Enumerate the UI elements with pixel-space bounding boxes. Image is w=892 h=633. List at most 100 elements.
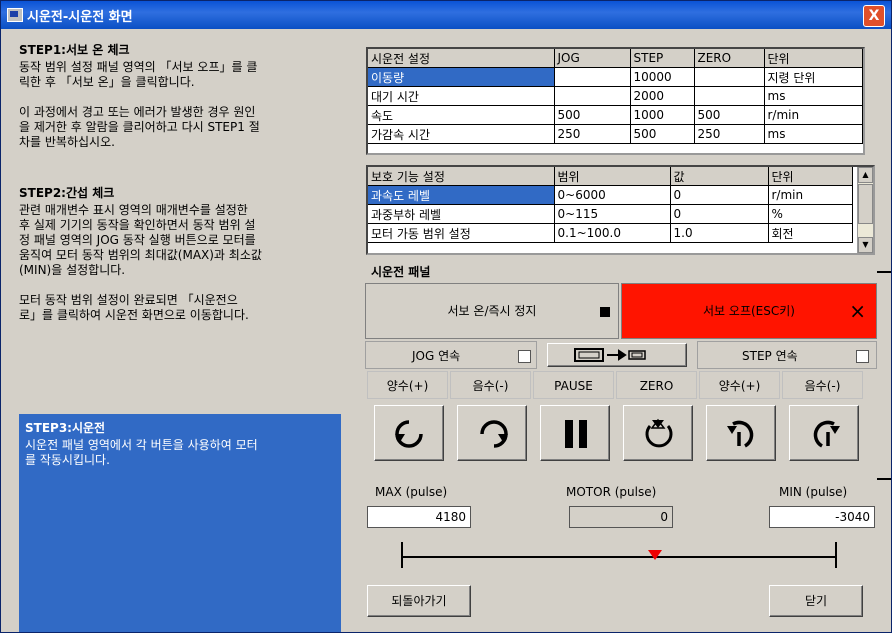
step3-box: STEP3:시운전 시운전 패널 영역에서 각 버튼을 사용하여 모터 를 작동…	[19, 414, 341, 632]
min-label: MIN (pulse)	[779, 485, 848, 499]
back-button[interactable]: 되돌아가기	[367, 585, 471, 617]
range-track	[401, 556, 837, 558]
settings-grid[interactable]: 시운전 설정 JOG STEP ZERO 단위 이동량 10000 지령 단위 …	[366, 47, 865, 155]
table-row[interactable]: 속도 500 1000 500 r/min	[368, 105, 863, 125]
step-cw-icon	[813, 420, 840, 448]
table-cell[interactable]: 500	[554, 105, 631, 125]
table-cell[interactable]: 250	[694, 124, 765, 144]
step2: STEP2:간섭 체크 관련 매개변수 표시 영역의 매개변수를 설정한 후 실…	[19, 184, 339, 323]
jog-continuous-label: JOG 연속	[412, 349, 461, 363]
scroll-up-icon[interactable]: ▲	[858, 167, 873, 183]
motor-position-marker	[648, 550, 662, 560]
close-x-icon: ×	[849, 299, 866, 323]
mode-switch-button[interactable]	[547, 343, 687, 367]
jog-plus-button[interactable]	[374, 405, 444, 461]
table-cell[interactable]: 1.0	[670, 223, 769, 243]
table-cell[interactable]: 대기 시간	[368, 86, 555, 106]
jog-minus-header: 음수(-)	[450, 371, 531, 399]
step-plus-header: 양수(+)	[699, 371, 780, 399]
zero-header: ZERO	[616, 371, 697, 399]
table-row[interactable]: 과속도 레벨 0~6000 0 r/min	[368, 185, 853, 205]
table-cell[interactable]: 0	[670, 204, 769, 224]
column-header: JOG	[554, 49, 631, 68]
step3-text: 시운전 패널 영역에서 각 버튼을 사용하여 모터 를 작동시킵니다.	[25, 438, 258, 467]
servo-on-button[interactable]: 서보 온/즉시 정지	[365, 283, 619, 339]
table-cell[interactable]: 1000	[630, 105, 695, 125]
app-icon	[7, 8, 23, 22]
column-header: 단위	[768, 167, 853, 186]
column-header: STEP	[630, 49, 695, 68]
step1-title: STEP1:서보 온 체크	[19, 43, 130, 57]
table-cell[interactable]: 이동량	[368, 67, 555, 87]
mode-switch-icon	[574, 348, 646, 362]
step-minus-button[interactable]	[789, 405, 859, 461]
jog-plus-header: 양수(+)	[367, 371, 448, 399]
table-cell[interactable]: 과속도 레벨	[368, 185, 555, 205]
table-cell[interactable]: 10000	[630, 67, 695, 87]
jog-minus-button[interactable]	[457, 405, 527, 461]
jog-continuous-checkbox[interactable]	[518, 350, 531, 363]
protect-grid[interactable]: 보호 기능 설정 범위 값 단위 과속도 레벨 0~6000 0 r/min 과…	[366, 165, 875, 255]
close-button[interactable]: 닫기	[769, 585, 863, 617]
table-cell[interactable]: 2000	[630, 86, 695, 106]
max-label: MAX (pulse)	[375, 485, 448, 499]
table-cell: r/min	[764, 105, 863, 125]
window: 시운전-시운전 화면 X STEP1:서보 온 체크 동작 범위 설정 패널 영…	[0, 0, 892, 633]
rotate-ccw-icon	[395, 420, 423, 448]
edge-mark	[877, 478, 891, 480]
motor-label: MOTOR (pulse)	[566, 485, 657, 499]
close-icon[interactable]: X	[863, 5, 885, 27]
column-header: 값	[670, 167, 769, 186]
table-cell[interactable]: 500	[630, 124, 695, 144]
table-cell[interactable]: 과중부하 레벨	[368, 204, 555, 224]
table-cell: 0~115	[554, 204, 671, 224]
max-pulse-field[interactable]: 4180	[367, 506, 471, 528]
table-cell[interactable]: 500	[694, 105, 765, 125]
table-row[interactable]: 대기 시간 2000 ms	[368, 86, 863, 106]
vertical-scrollbar[interactable]: ▲ ▼	[857, 167, 873, 253]
edge-mark	[877, 271, 891, 273]
table-cell: ms	[764, 124, 863, 144]
table-cell[interactable]: 250	[554, 124, 631, 144]
pause-button[interactable]	[540, 405, 610, 461]
table-row[interactable]: 가감속 시간 250 500 250 ms	[368, 124, 863, 144]
scroll-down-icon[interactable]: ▼	[858, 237, 873, 253]
servo-off-button[interactable]: 서보 오프(ESC키) ×	[621, 283, 877, 339]
table-cell: 0.1~100.0	[554, 223, 671, 243]
step-continuous-checkbox[interactable]	[856, 350, 869, 363]
table-row[interactable]: 과중부하 레벨 0~115 0 %	[368, 204, 853, 224]
pause-icon	[565, 420, 587, 448]
table-cell[interactable]: 가감속 시간	[368, 124, 555, 144]
title-bar: 시운전-시운전 화면 X	[1, 1, 891, 29]
step-minus-header: 음수(-)	[782, 371, 863, 399]
step1-text: 동작 범위 설정 패널 영역의 「서보 오프」를 클 릭한 후 「서보 온」을 …	[19, 60, 260, 149]
window-title: 시운전-시운전 화면	[27, 10, 133, 25]
table-cell: %	[768, 204, 853, 224]
step-ccw-icon	[727, 420, 754, 448]
table-cell[interactable]	[694, 67, 765, 87]
table-row[interactable]: 모터 가동 범위 설정 0.1~100.0 1.0 회전	[368, 223, 853, 243]
step1: STEP1:서보 온 체크 동작 범위 설정 패널 영역의 「서보 오프」를 클…	[19, 41, 339, 150]
column-header: 단위	[764, 49, 863, 68]
instructions: STEP1:서보 온 체크 동작 범위 설정 패널 영역의 「서보 오프」를 클…	[19, 41, 339, 323]
step-plus-button[interactable]	[706, 405, 776, 461]
table-cell[interactable]	[694, 86, 765, 106]
servo-on-label: 서보 온/즉시 정지	[447, 304, 537, 318]
table-cell[interactable]	[554, 67, 631, 87]
table-cell[interactable]: 모터 가동 범위 설정	[368, 223, 555, 243]
settings-header-row: 시운전 설정 JOG STEP ZERO 단위	[368, 49, 863, 68]
zero-button[interactable]	[623, 405, 693, 461]
table-cell[interactable]: 0	[670, 185, 769, 205]
panel-title: 시운전 패널	[371, 265, 431, 279]
table-cell: r/min	[768, 185, 853, 205]
table-cell: 0~6000	[554, 185, 671, 205]
jog-continuous-group: JOG 연속	[365, 341, 537, 369]
table-cell[interactable]: 속도	[368, 105, 555, 125]
table-cell[interactable]	[554, 86, 631, 106]
min-pulse-field[interactable]: -3040	[769, 506, 875, 528]
scroll-thumb[interactable]	[858, 184, 873, 224]
range-min-tick	[835, 542, 837, 568]
step-continuous-label: STEP 연속	[742, 349, 798, 363]
table-row[interactable]: 이동량 10000 지령 단위	[368, 67, 863, 87]
rotate-cw-icon	[480, 420, 508, 448]
